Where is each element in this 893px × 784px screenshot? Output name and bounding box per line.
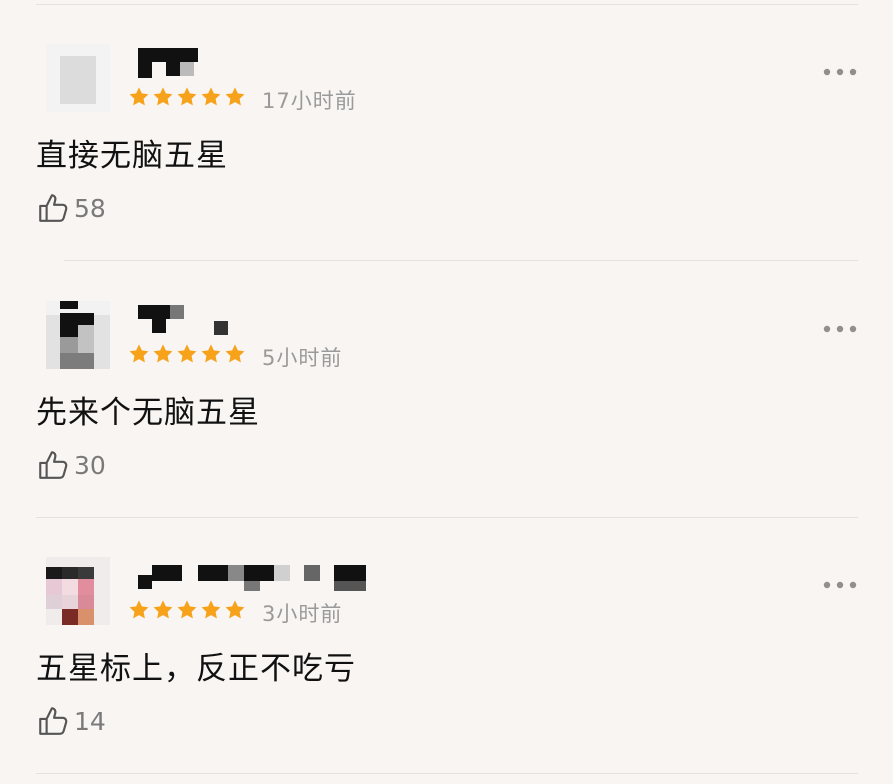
star-icon	[201, 87, 221, 106]
comment-time: 17小时前	[262, 89, 357, 113]
star-icon	[225, 600, 245, 619]
star-icon	[201, 600, 221, 619]
star-icon	[177, 87, 197, 106]
divider	[36, 773, 858, 774]
avatar[interactable]	[46, 301, 110, 369]
comment-text: 五星标上，反正不吃亏	[36, 651, 356, 687]
username[interactable]	[136, 553, 396, 593]
star-icon	[177, 344, 197, 363]
star-icon	[177, 600, 197, 619]
more-icon[interactable]	[820, 317, 860, 341]
star-rating	[128, 86, 246, 112]
username[interactable]	[136, 297, 396, 337]
like-button[interactable]: 14	[36, 703, 106, 739]
thumbs-up-icon	[39, 707, 68, 735]
more-icon[interactable]	[820, 573, 860, 597]
star-icon	[153, 87, 173, 106]
like-button[interactable]: 58	[36, 190, 106, 226]
like-count: 58	[74, 193, 106, 223]
star-icon	[153, 600, 173, 619]
comment-time: 3小时前	[262, 602, 343, 626]
star-icon	[225, 344, 245, 363]
star-icon	[129, 600, 149, 619]
star-icon	[153, 344, 173, 363]
like-count: 30	[74, 450, 106, 480]
star-icon	[201, 344, 221, 363]
star-rating	[128, 343, 246, 369]
username[interactable]	[136, 40, 396, 80]
thumbs-up-icon	[39, 451, 68, 479]
comment-text: 先来个无脑五星	[36, 395, 260, 431]
avatar[interactable]	[46, 557, 110, 625]
comment-item: 17小时前 直接无脑五星 58	[0, 0, 893, 250]
like-count: 14	[74, 706, 106, 736]
thumbs-up-icon	[39, 194, 68, 222]
star-icon	[129, 87, 149, 106]
comment-text: 直接无脑五星	[36, 138, 228, 174]
avatar[interactable]	[46, 44, 110, 112]
comment-time: 5小时前	[262, 346, 343, 370]
comment-item: 5小时前 先来个无脑五星 30	[0, 257, 893, 507]
more-icon[interactable]	[820, 60, 860, 84]
star-icon	[225, 87, 245, 106]
like-button[interactable]: 30	[36, 447, 106, 483]
star-rating	[128, 599, 246, 625]
star-icon	[129, 344, 149, 363]
comment-item: 3小时前 五星标上，反正不吃亏 14	[0, 513, 893, 763]
